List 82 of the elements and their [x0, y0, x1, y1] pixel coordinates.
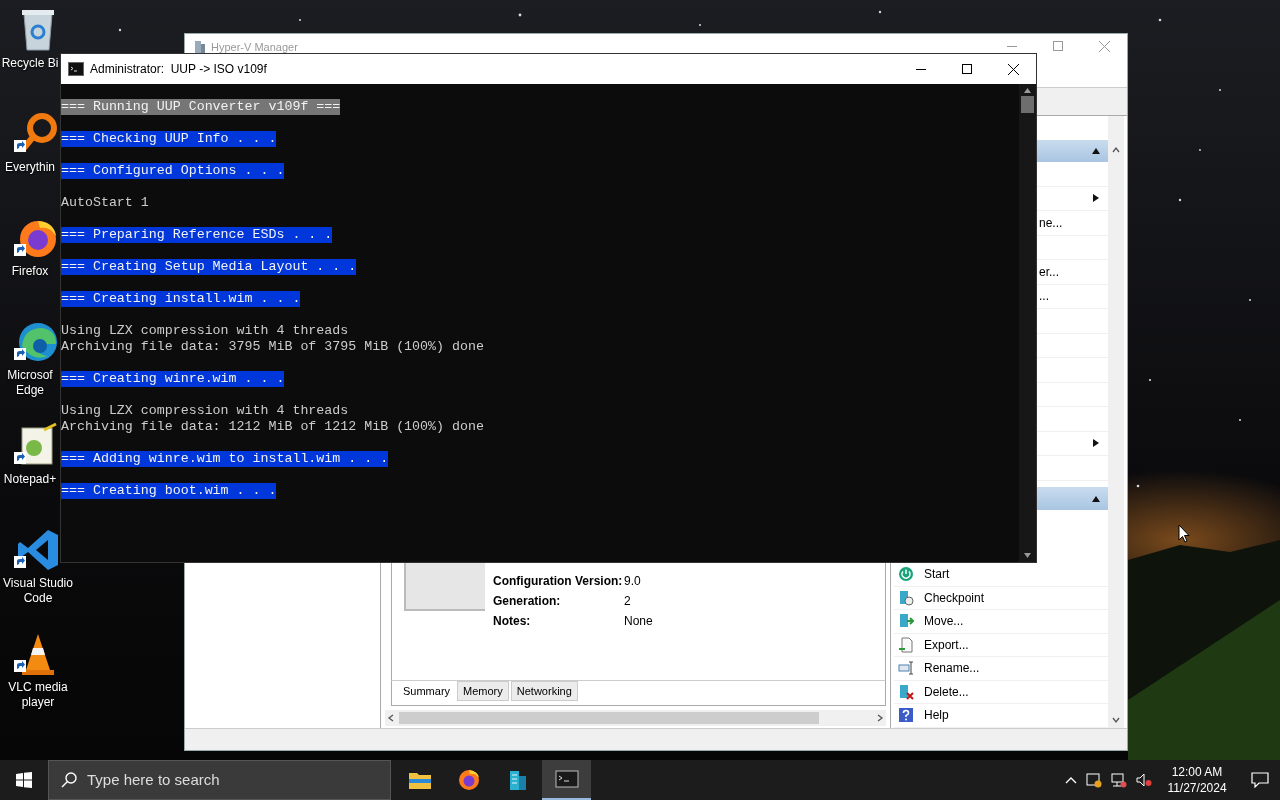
shortcut-label[interactable]: Everythin — [0, 160, 60, 175]
action-label: Start — [924, 566, 950, 584]
horizontal-scrollbar[interactable] — [385, 710, 886, 726]
console-line: Using LZX compression with 4 threads — [61, 403, 349, 419]
console-line: Using LZX compression with 4 threads — [61, 323, 349, 339]
network-icon[interactable] — [1111, 772, 1127, 788]
search-icon — [61, 772, 77, 788]
shortcut-label[interactable]: Notepad+ — [0, 472, 60, 487]
scroll-right-icon[interactable] — [876, 714, 884, 722]
field-value: 9.0 — [624, 573, 641, 590]
action-label: Help — [924, 707, 949, 725]
export-icon — [898, 636, 914, 653]
shortcut-label[interactable]: Recycle Bi — [0, 56, 60, 71]
windows-logo-icon — [16, 772, 32, 788]
clock-time: 12:00 AM — [1171, 764, 1223, 780]
scrollbar-thumb[interactable] — [1021, 96, 1034, 113]
scroll-down-icon[interactable] — [1024, 553, 1031, 558]
action-item[interactable]: Help — [894, 704, 1108, 728]
scroll-up-icon[interactable] — [1112, 146, 1120, 154]
console-line: AutoStart 1 — [61, 195, 149, 211]
action-item[interactable]: ne... — [1039, 213, 1063, 232]
taskbar-app[interactable] — [542, 760, 591, 800]
shortcut-label[interactable]: VLC media player — [0, 680, 76, 710]
close-icon — [1007, 63, 1019, 75]
scroll-down-icon[interactable] — [1112, 716, 1120, 724]
field-label: Notes: — [493, 613, 532, 630]
action-label: Rename... — [924, 660, 980, 678]
field-value: 2 — [624, 593, 631, 610]
action-item[interactable]: Move... — [894, 610, 1108, 634]
clock-date: 11/27/2024 — [1167, 780, 1227, 796]
section-header[interactable] — [1036, 487, 1108, 510]
submenu-arrow-icon[interactable] — [1092, 439, 1100, 448]
search-box[interactable]: Type here to search — [48, 760, 391, 800]
clock[interactable]: 12:00 AM 11/27/2024 — [1161, 764, 1233, 796]
delete-icon — [898, 683, 914, 700]
server-icon — [193, 40, 207, 54]
action-item[interactable]: er... — [1039, 262, 1059, 281]
shortcut-label[interactable]: Firefox — [0, 264, 60, 279]
console-line: Archiving file data: 1212 MiB of 1212 MiB (100%) done — [61, 419, 484, 435]
field-label: Generation: — [493, 593, 562, 610]
window-title: Administrator: UUP -> ISO v109f — [90, 61, 267, 78]
search-field[interactable]: Type here to search — [87, 768, 367, 792]
folder-icon — [407, 770, 432, 790]
vertical-scrollbar[interactable] — [1019, 84, 1036, 562]
terminal-icon — [554, 769, 579, 789]
chevron-up-icon[interactable] — [1065, 776, 1077, 784]
mouse-pointer-icon — [1178, 524, 1190, 543]
firefox-icon — [456, 768, 481, 792]
field-label: Configuration Version: — [493, 573, 624, 590]
action-item[interactable]: Rename... — [894, 657, 1108, 681]
move-icon — [898, 613, 914, 630]
close-icon — [1098, 40, 1110, 52]
terminal-icon — [68, 62, 84, 76]
help-icon — [898, 707, 914, 724]
shortcut-label[interactable]: Visual Studio Code — [0, 576, 76, 606]
action-label: Move... — [924, 613, 964, 631]
action-item[interactable]: Delete... — [894, 680, 1108, 704]
action-item[interactable]: ... — [1039, 287, 1049, 306]
collapse-icon[interactable] — [1092, 494, 1100, 503]
action-label: Checkpoint — [924, 589, 985, 607]
checkpoint-icon — [898, 589, 914, 606]
speaker-muted-icon[interactable] — [1136, 772, 1152, 788]
details-tab[interactable]: Memory — [457, 681, 509, 701]
security-icon[interactable] — [1086, 772, 1102, 788]
scrollbar-thumb[interactable] — [399, 712, 819, 724]
chat-bubble-icon — [1251, 772, 1269, 788]
rename-icon — [898, 660, 914, 677]
collapse-icon[interactable] — [1092, 147, 1100, 155]
window-title: Hyper-V Manager — [211, 40, 298, 54]
field-value: None — [624, 613, 653, 630]
action-item[interactable]: Checkpoint — [894, 586, 1108, 610]
vertical-scrollbar[interactable] — [1108, 116, 1124, 728]
details-tab[interactable]: Networking — [510, 681, 578, 701]
shortcut-label[interactable]: Microsof Edge — [0, 368, 60, 398]
action-label: Delete... — [924, 683, 969, 701]
section-header[interactable] — [1036, 140, 1108, 162]
console-line: Archiving file data: 3795 MiB of 3795 MiB (100%) done — [61, 339, 484, 355]
scroll-left-icon[interactable] — [387, 714, 395, 722]
action-item[interactable]: Export... — [894, 633, 1108, 657]
start-icon — [898, 566, 914, 583]
submenu-arrow-icon[interactable] — [1092, 194, 1100, 203]
action-label: Export... — [924, 636, 969, 654]
